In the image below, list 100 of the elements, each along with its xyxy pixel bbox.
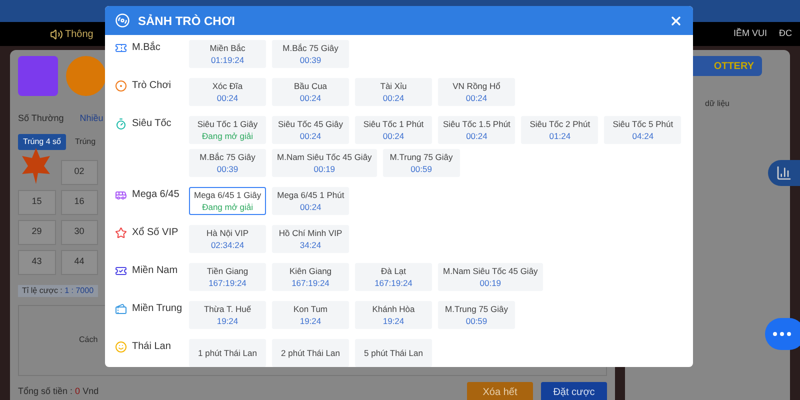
game-card[interactable]: Kiên Giang 167:19:24 bbox=[272, 263, 349, 291]
game-status: 01:19:24 bbox=[210, 54, 244, 66]
game-name: Thừa T. Huế bbox=[204, 303, 252, 315]
number-cell[interactable]: 16 bbox=[60, 190, 98, 214]
game-card[interactable]: 2 phút Thái Lan bbox=[272, 339, 349, 367]
game-card[interactable]: M.Trung 75 Giây 00:59 bbox=[438, 301, 515, 329]
game-card[interactable]: 5 phút Thái Lan bbox=[355, 339, 432, 367]
game-status: 00:24 bbox=[300, 130, 322, 142]
game-card[interactable]: Thừa T. Huế 19:24 bbox=[189, 301, 266, 329]
game-logo bbox=[66, 56, 106, 96]
game-status: 19:24 bbox=[300, 315, 322, 327]
game-card[interactable]: VN Rồng Hổ 00:24 bbox=[438, 78, 515, 106]
game-status: 00:24 bbox=[466, 92, 488, 104]
game-card[interactable]: Hồ Chí Minh VIP 34:24 bbox=[272, 225, 349, 253]
game-card[interactable]: Siêu Tốc 1 Giây Đang mở giải bbox=[189, 116, 266, 144]
game-name: Tiền Giang bbox=[206, 265, 248, 277]
game-card[interactable]: Tài Xỉu 00:24 bbox=[355, 78, 432, 106]
total-amount: Tổng số tiền : 0 Vnd bbox=[18, 385, 99, 398]
game-name: Siêu Tốc 5 Phút bbox=[612, 118, 674, 130]
category-label: Miền Trung bbox=[132, 303, 182, 315]
game-status: 01:24 bbox=[549, 130, 571, 142]
category-label: Xổ Số VIP bbox=[132, 227, 178, 239]
chart-button[interactable] bbox=[768, 160, 800, 186]
game-card[interactable]: Siêu Tốc 2 Phút 01:24 bbox=[521, 116, 598, 144]
game-name: M.Bắc 75 Giây bbox=[282, 42, 338, 54]
game-name: Đà Lạt bbox=[380, 265, 406, 277]
game-card[interactable]: Bầu Cua 00:24 bbox=[272, 78, 349, 106]
number-cell[interactable]: 02 bbox=[60, 160, 98, 184]
number-cell[interactable]: 15 bbox=[18, 190, 56, 214]
game-status: Đang mở giải bbox=[202, 130, 253, 142]
game-status: 00:19 bbox=[480, 277, 502, 289]
game-name: Siêu Tốc 1.5 Phút bbox=[443, 118, 510, 130]
close-icon[interactable] bbox=[669, 14, 683, 28]
game-card[interactable]: Mega 6/45 1 Giây Đang mở giải bbox=[189, 187, 266, 215]
bet-type-tab[interactable]: Trúng 4 số bbox=[18, 134, 66, 150]
game-status: Đang mở giải bbox=[202, 201, 254, 213]
game-card[interactable]: Siêu Tốc 1 Phút 00:24 bbox=[355, 116, 432, 144]
game-card[interactable]: Siêu Tốc 1.5 Phút 00:24 bbox=[438, 116, 516, 144]
game-card[interactable]: M.Nam Siêu Tốc 45 Giây 00:19 bbox=[438, 263, 543, 291]
game-card[interactable]: M.Trung 75 Giây 00:59 bbox=[382, 149, 460, 177]
bet-type-tab[interactable]: Trúng bbox=[70, 134, 101, 150]
game-card[interactable]: 1 phút Thái Lan bbox=[189, 339, 266, 367]
game-name: Siêu Tốc 2 Phút bbox=[530, 118, 590, 130]
game-name: Khánh Hòa bbox=[372, 303, 415, 315]
game-name: Siêu Tốc 45 Giây bbox=[278, 118, 344, 130]
game-status: 00:24 bbox=[300, 201, 322, 213]
nav-link[interactable]: IỀM VUI bbox=[733, 27, 767, 41]
game-card[interactable]: M.Nam Siêu Tốc 45 Giây 00:19 bbox=[272, 149, 377, 177]
game-card[interactable]: Siêu Tốc 45 Giây 00:24 bbox=[272, 116, 349, 144]
game-card[interactable]: Miền Bắc 01:19:24 bbox=[189, 40, 266, 68]
number-cell[interactable]: 29 bbox=[18, 220, 56, 244]
lottery-tab[interactable]: Số Thường bbox=[18, 112, 64, 126]
game-card[interactable]: Xóc Đĩa 00:24 bbox=[189, 78, 266, 106]
game-name: Hồ Chí Minh VIP bbox=[278, 227, 342, 239]
game-name: Tài Xỉu bbox=[380, 80, 407, 92]
game-name: Bầu Cua bbox=[294, 80, 328, 92]
game-card[interactable]: M.Bắc 75 Giây 00:39 bbox=[189, 149, 266, 177]
game-card[interactable]: Đà Lạt 167:19:24 bbox=[355, 263, 432, 291]
number-cell[interactable]: 43 bbox=[18, 250, 56, 274]
game-logo bbox=[18, 56, 58, 96]
nav-link[interactable]: ĐC bbox=[779, 27, 792, 41]
game-name: Kiên Giang bbox=[289, 265, 332, 277]
number-cell[interactable]: 30 bbox=[60, 220, 98, 244]
game-card[interactable]: Tiền Giang 167:19:24 bbox=[189, 263, 266, 291]
game-status: 00:39 bbox=[216, 163, 238, 175]
game-card[interactable]: Mega 6/45 1 Phút 00:24 bbox=[272, 187, 350, 215]
game-card[interactable]: Siêu Tốc 5 Phút 04:24 bbox=[604, 116, 682, 144]
game-status: 00:59 bbox=[466, 315, 488, 327]
game-status: 00:19 bbox=[314, 163, 336, 175]
ticket-icon bbox=[115, 265, 127, 277]
timer-icon bbox=[115, 118, 127, 130]
game-card[interactable]: Kon Tum 19:24 bbox=[272, 301, 349, 329]
game-name: M.Bắc 75 Giây bbox=[200, 151, 256, 163]
category-label: Thái Lan bbox=[132, 341, 171, 353]
game-status: 167:19:24 bbox=[208, 277, 246, 289]
game-card[interactable]: Hà Nội VIP 02:34:24 bbox=[189, 225, 266, 253]
game-status: 00:39 bbox=[300, 54, 322, 66]
speaker-icon bbox=[50, 28, 63, 40]
game-name: M.Trung 75 Giây bbox=[390, 151, 453, 163]
number-cell[interactable]: 44 bbox=[60, 250, 98, 274]
ticket-icon bbox=[115, 303, 127, 315]
dialog-title: SẢNH TRÒ CHƠI bbox=[138, 12, 235, 30]
game-status: 167:19:24 bbox=[292, 277, 330, 289]
action-button[interactable]: Đặt cược bbox=[541, 382, 607, 400]
game-status: 34:24 bbox=[300, 239, 322, 251]
odds-label: Tỉ lệ cược : 1 : 7000 bbox=[18, 284, 98, 296]
game-name: M.Trung 75 Giây bbox=[445, 303, 508, 315]
more-button[interactable] bbox=[765, 318, 800, 350]
game-status: 00:59 bbox=[410, 163, 432, 175]
game-card[interactable]: M.Bắc 75 Giây 00:39 bbox=[272, 40, 349, 68]
target-icon bbox=[115, 80, 127, 92]
ticket-icon bbox=[115, 42, 127, 54]
category-label: Trò Chơi bbox=[132, 80, 171, 92]
game-status: 167:19:24 bbox=[374, 277, 412, 289]
game-name: Mega 6/45 1 Giây bbox=[194, 189, 262, 201]
game-status: 19:24 bbox=[382, 315, 404, 327]
game-name: Miền Bắc bbox=[210, 42, 246, 54]
game-name: Hà Nội VIP bbox=[206, 227, 249, 239]
game-card[interactable]: Khánh Hòa 19:24 bbox=[355, 301, 432, 329]
game-status: 00:24 bbox=[300, 92, 322, 104]
